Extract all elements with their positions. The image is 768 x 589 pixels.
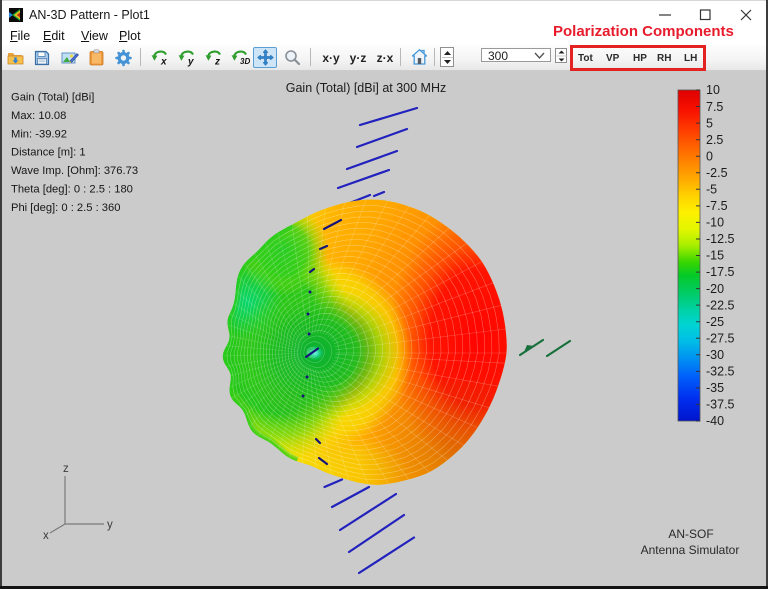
svg-text:AN-SOF: AN-SOF xyxy=(668,527,713,541)
svg-text:x: x xyxy=(43,530,49,542)
svg-text:-35: -35 xyxy=(706,381,724,395)
svg-text:y: y xyxy=(107,519,113,531)
svg-text:z: z xyxy=(63,463,69,475)
svg-text:-40: -40 xyxy=(706,414,724,428)
svg-text:0: 0 xyxy=(706,149,713,163)
svg-text:Phi [deg]: 0 : 2.5 : 360: Phi [deg]: 0 : 2.5 : 360 xyxy=(11,202,120,214)
svg-text:x: x xyxy=(160,57,167,68)
svg-text:-22.5: -22.5 xyxy=(706,298,735,312)
svg-text:Wave Imp. [Ohm]: 376.73: Wave Imp. [Ohm]: 376.73 xyxy=(11,165,138,177)
svg-text:-32.5: -32.5 xyxy=(706,365,735,379)
svg-text:Gain (Total) [dBi]: Gain (Total) [dBi] xyxy=(11,92,94,104)
svg-text:-10: -10 xyxy=(706,216,724,230)
svg-text:-15: -15 xyxy=(706,249,724,263)
svg-text:y: y xyxy=(187,57,194,68)
svg-text:-30: -30 xyxy=(706,348,724,362)
svg-text:5: 5 xyxy=(706,116,713,130)
svg-text:-7.5: -7.5 xyxy=(706,199,728,213)
svg-text:-5: -5 xyxy=(706,183,717,197)
svg-text:2.5: 2.5 xyxy=(706,133,723,147)
svg-text:z: z xyxy=(214,57,220,68)
svg-text:Min: -39.92: Min: -39.92 xyxy=(11,128,67,140)
svg-text:7.5: 7.5 xyxy=(706,100,723,114)
svg-text:Theta [deg]: 0 : 2.5 : 180: Theta [deg]: 0 : 2.5 : 180 xyxy=(11,183,133,195)
svg-text:10: 10 xyxy=(706,83,720,97)
svg-text:-37.5: -37.5 xyxy=(706,398,735,412)
svg-text:-25: -25 xyxy=(706,315,724,329)
svg-text:Distance [m]: 1: Distance [m]: 1 xyxy=(11,147,86,159)
svg-text:-2.5: -2.5 xyxy=(706,166,728,180)
svg-text:-12.5: -12.5 xyxy=(706,232,735,246)
svg-text:-20: -20 xyxy=(706,282,724,296)
svg-text:Antenna Simulator: Antenna Simulator xyxy=(641,543,740,557)
svg-text:3D: 3D xyxy=(240,57,250,66)
svg-text:Max: 10.08: Max: 10.08 xyxy=(11,110,66,122)
svg-text:-17.5: -17.5 xyxy=(706,265,735,279)
svg-text:-27.5: -27.5 xyxy=(706,331,735,345)
svg-text:Gain (Total) [dBi] at 300 MHz: Gain (Total) [dBi] at 300 MHz xyxy=(286,81,446,95)
